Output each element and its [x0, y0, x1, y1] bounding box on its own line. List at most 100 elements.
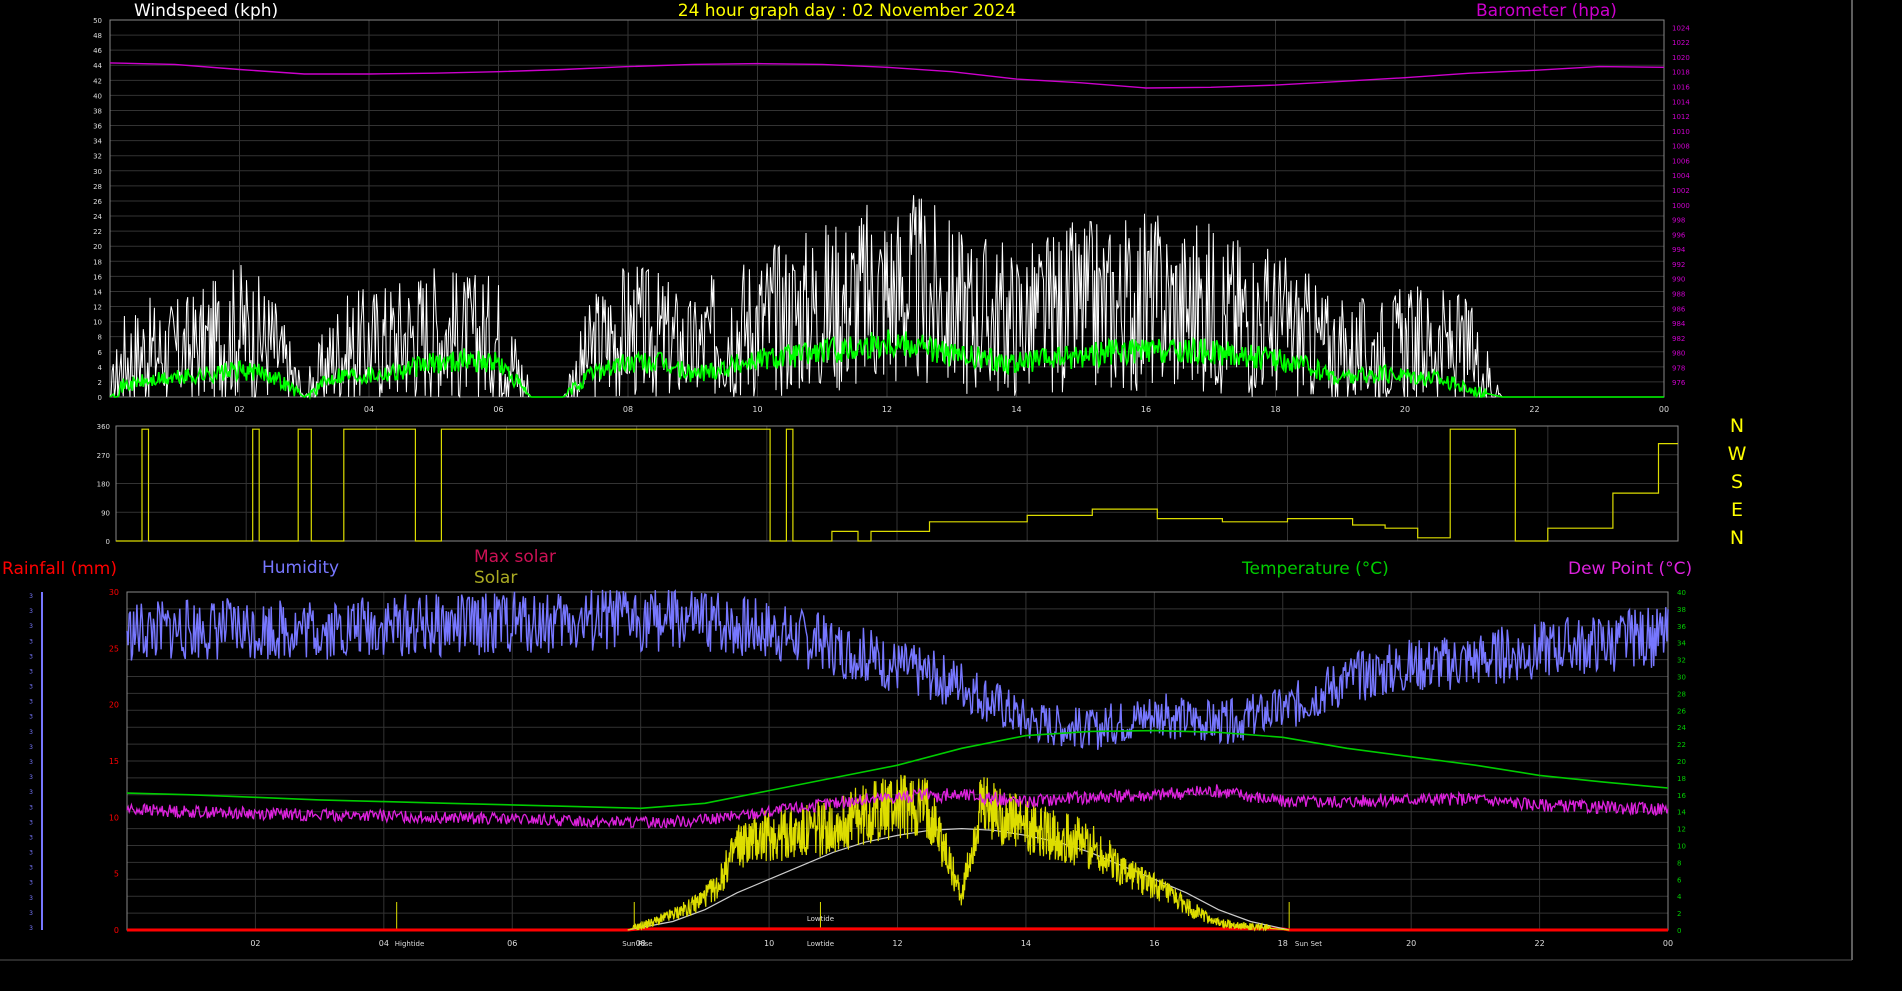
- temperature-tick-label: 18: [1677, 775, 1686, 783]
- windspeed-tick-label: 26: [93, 198, 102, 206]
- rain-scale-tick: 3: [29, 638, 33, 645]
- rain-scale-tick: 3: [29, 819, 33, 826]
- barometer-tick-label: 1004: [1672, 172, 1690, 180]
- temperature-tick-label: 16: [1677, 792, 1686, 800]
- windspeed-tick-label: 18: [93, 258, 102, 266]
- windspeed-tick-label: 38: [93, 107, 102, 115]
- x-tick-label: 04: [364, 405, 374, 414]
- x-tick-label: 12: [882, 405, 892, 414]
- barometer-tick-label: 1014: [1672, 98, 1690, 106]
- rainfall-tick-label: 10: [109, 813, 119, 822]
- direction-tick-label: 360: [97, 423, 110, 431]
- rainfall-tick-label: 30: [109, 588, 119, 597]
- x-tick-label: 00: [1663, 939, 1673, 948]
- x-tick-label: 22: [1534, 939, 1544, 948]
- direction-tick-label: 270: [97, 452, 110, 460]
- x-tick-label: 18: [1278, 939, 1288, 948]
- rain-scale-tick: 3: [29, 865, 33, 872]
- temperature-tick-label: 12: [1677, 826, 1686, 834]
- barometer-tick-label: 1006: [1672, 157, 1690, 165]
- temperature-tick-label: 2: [1677, 910, 1681, 918]
- sunset-label: Sun Set: [1295, 940, 1322, 948]
- rain-scale-tick: 3: [29, 789, 33, 796]
- x-tick-label: 00: [1659, 405, 1669, 414]
- windspeed-tick-label: 32: [93, 153, 102, 161]
- rainfall-tick-label: 0: [114, 926, 119, 935]
- rain-scale-tick: 3: [29, 910, 33, 917]
- barometer-tick-label: 988: [1672, 291, 1685, 299]
- background: [0, 0, 1902, 991]
- windspeed-tick-label: 14: [93, 288, 102, 296]
- barometer-tick-label: 982: [1672, 335, 1685, 343]
- windspeed-tick-label: 48: [93, 32, 102, 40]
- weather-graph-canvas: 0246810121416182022242628303234363840424…: [0, 0, 1902, 991]
- temperature-tick-label: 8: [1677, 859, 1681, 867]
- x-tick-label: 06: [493, 405, 503, 414]
- x-tick-label: 20: [1406, 939, 1416, 948]
- windspeed-tick-label: 2: [98, 379, 102, 387]
- barometer-tick-label: 984: [1672, 320, 1686, 328]
- temperature-tick-label: 28: [1677, 690, 1686, 698]
- barometer-tick-label: 1022: [1672, 39, 1690, 47]
- temperature-tick-label: 6: [1677, 876, 1682, 884]
- humidity-legend-label: Humidity: [262, 558, 339, 578]
- temperature-tick-label: 30: [1677, 674, 1686, 682]
- compass-letter: E: [1731, 499, 1743, 521]
- direction-tick-label: 0: [106, 538, 110, 546]
- x-tick-label: 18: [1270, 405, 1280, 414]
- barometer-axis-label: Barometer (hpa): [1476, 1, 1617, 21]
- x-tick-label: 14: [1021, 939, 1031, 948]
- x-tick-label: 04: [379, 939, 389, 948]
- temperature-tick-label: 14: [1677, 809, 1686, 817]
- rain-scale-tick: 3: [29, 850, 33, 857]
- rainfall-series-line: [127, 927, 1668, 932]
- rain-scale-tick: 3: [29, 759, 33, 766]
- barometer-tick-label: 1016: [1672, 84, 1690, 92]
- x-tick-label: 16: [1149, 939, 1159, 948]
- windspeed-tick-label: 16: [93, 273, 102, 281]
- hightide-label: Hightide: [395, 940, 425, 948]
- lowtide-label: Lowtide: [807, 915, 834, 923]
- windspeed-tick-label: 6: [98, 349, 103, 357]
- rain-scale-tick: 3: [29, 744, 33, 751]
- direction-tick-label: 180: [97, 481, 110, 489]
- barometer-tick-label: 1010: [1672, 128, 1690, 136]
- temperature-tick-label: 0: [1677, 927, 1681, 935]
- barometer-tick-label: 1020: [1672, 54, 1690, 62]
- rain-scale-tick: 3: [29, 653, 33, 660]
- temperature-tick-label: 34: [1677, 640, 1686, 648]
- rainfall-axis-label: Rainfall (mm): [2, 559, 117, 579]
- rainfall-tick-label: 20: [109, 701, 119, 710]
- temperature-tick-label: 24: [1677, 724, 1686, 732]
- rain-scale-tick: 3: [29, 623, 33, 630]
- windspeed-tick-label: 40: [93, 92, 102, 100]
- windspeed-tick-label: 28: [93, 183, 102, 191]
- windspeed-tick-label: 30: [93, 168, 102, 176]
- windspeed-axis-label: Windspeed (kph): [134, 1, 278, 21]
- barometer-tick-label: 986: [1672, 305, 1686, 313]
- temperature-tick-label: 38: [1677, 606, 1686, 614]
- solar-legend-label: Solar: [474, 568, 517, 588]
- compass-letter: S: [1731, 471, 1743, 493]
- rain-scale-tick: 3: [29, 699, 33, 706]
- barometer-tick-label: 994: [1672, 246, 1686, 254]
- x-tick-label: 22: [1529, 405, 1539, 414]
- rain-scale-tick: 3: [29, 834, 33, 841]
- rainfall-tick-label: 5: [114, 870, 119, 879]
- barometer-tick-label: 1000: [1672, 202, 1690, 210]
- temperature-axis-label: Temperature (°C): [1241, 559, 1389, 579]
- windspeed-tick-label: 4: [98, 364, 103, 372]
- rainfall-tick-label: 25: [109, 644, 119, 653]
- x-tick-label: 20: [1400, 405, 1410, 414]
- barometer-tick-label: 978: [1672, 364, 1685, 372]
- windspeed-tick-label: 24: [93, 213, 102, 221]
- windspeed-tick-label: 22: [93, 228, 102, 236]
- x-tick-label: 10: [752, 405, 762, 414]
- rain-scale-tick: 3: [29, 668, 33, 675]
- x-tick-label: 02: [234, 405, 244, 414]
- lowtide-label: Lowtide: [807, 940, 834, 948]
- windspeed-tick-label: 34: [93, 138, 102, 146]
- x-tick-label: 08: [623, 405, 633, 414]
- x-tick-label: 02: [250, 939, 260, 948]
- barometer-tick-label: 1012: [1672, 113, 1690, 121]
